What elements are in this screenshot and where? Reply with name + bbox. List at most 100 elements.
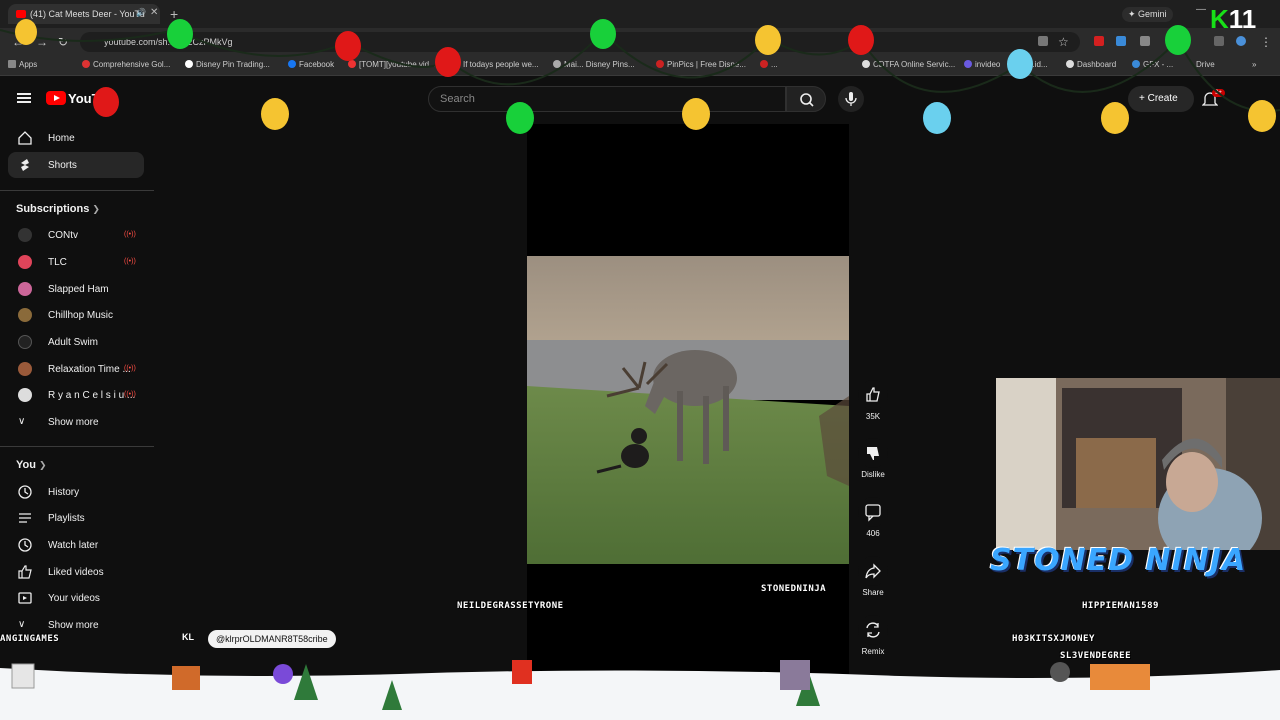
- sidebar-item-your-videos[interactable]: Your videos: [8, 585, 144, 611]
- history-icon: [18, 485, 32, 499]
- game-player-name: NEILDEGRASSETYRONE: [457, 601, 564, 611]
- game-player-name: HIPPIEMAN1589: [1082, 601, 1159, 611]
- comments-action[interactable]: 406: [855, 497, 891, 538]
- chevron-down-icon: ∨: [18, 416, 26, 427]
- extension-blue-icon[interactable]: [1116, 36, 1126, 46]
- channel-avatar: [18, 335, 32, 349]
- like-action[interactable]: 35K: [855, 380, 891, 421]
- bookmark-item[interactable]: Mai... Disney Pins...: [553, 60, 635, 69]
- bookmarks-overflow-icon[interactable]: »: [1252, 60, 1256, 69]
- bookmark-item[interactable]: [TOMT][youtube vid...: [348, 60, 436, 69]
- tab-title: (41) Cat Meets Deer - YouTu: [30, 9, 145, 19]
- bookmark-item[interactable]: Comprehensive Gol...: [82, 60, 170, 69]
- back-icon[interactable]: ←: [12, 35, 24, 49]
- live-icon: ((•)): [124, 258, 136, 265]
- bookmark-star-icon[interactable]: ☆: [1058, 35, 1069, 49]
- chat-message-bubble: @klrprOLDMANR8T58cribe: [208, 630, 336, 648]
- channel-avatar: [18, 308, 32, 322]
- channel-avatar: [18, 228, 32, 242]
- webcam-overlay: [996, 378, 1280, 550]
- bookmark-item[interactable]: PinPics | Free Disne...: [656, 60, 746, 69]
- thumbs-up-icon: [18, 565, 32, 579]
- bookmark-item[interactable]: If todays people we...: [452, 60, 539, 69]
- search-button[interactable]: [786, 86, 826, 112]
- remix-action[interactable]: Remix: [855, 615, 891, 656]
- sidebar-channel[interactable]: Adult Swim: [8, 329, 144, 355]
- dislike-action[interactable]: Dislike: [855, 438, 891, 479]
- chevron-right-icon: ❯: [92, 204, 100, 214]
- url-field[interactable]: youtube.com/sh...UK2CzPMkVg: [80, 32, 1080, 52]
- notification-count-badge: 9+: [1212, 89, 1225, 97]
- speaker-icon[interactable]: 🔊: [136, 8, 146, 17]
- share-icon: [865, 563, 881, 579]
- bookmark-item[interactable]: ...id...: [1028, 60, 1048, 69]
- bookmark-item[interactable]: Apps: [8, 60, 37, 69]
- channel-avatar: [18, 282, 32, 296]
- subscriptions-heading[interactable]: Subscriptions ❯: [16, 203, 100, 215]
- sidebar-channel[interactable]: Relaxation Time ... ((•)): [8, 356, 144, 382]
- microphone-icon: [845, 92, 857, 106]
- voice-search-button[interactable]: [838, 86, 864, 112]
- new-tab-button[interactable]: +: [170, 6, 178, 22]
- video-frame[interactable]: [527, 256, 849, 564]
- bookmark-item[interactable]: CDTFA Online Servic...: [862, 60, 955, 69]
- youtube-logo-icon[interactable]: [46, 91, 66, 105]
- sidebar-item-watch-later[interactable]: Watch later: [8, 532, 144, 558]
- sidebar-item-playlists[interactable]: Playlists: [8, 505, 144, 531]
- share-action[interactable]: Share: [855, 556, 891, 597]
- gemini-button[interactable]: ✦ Gemini: [1122, 7, 1173, 22]
- hamburger-menu-icon[interactable]: [17, 93, 31, 103]
- sidebar-channel[interactable]: Slapped Ham: [8, 276, 144, 302]
- reload-icon[interactable]: ↻: [58, 35, 68, 49]
- sidebar-item-history[interactable]: History: [8, 479, 144, 505]
- extensions-puzzle-icon[interactable]: [1140, 36, 1150, 46]
- sidebar-item-home[interactable]: Home: [8, 125, 144, 151]
- you-heading[interactable]: You ❯: [16, 459, 47, 471]
- bookmark-item[interactable]: invideo: [964, 60, 1000, 69]
- profile-avatar-icon[interactable]: [1236, 36, 1246, 46]
- menu-dots-icon[interactable]: ⋮: [1260, 35, 1272, 49]
- extension-red-icon[interactable]: [1094, 36, 1104, 46]
- sidebar-channel[interactable]: TLC ((•)): [8, 249, 144, 275]
- dislike-icon: [867, 447, 879, 460]
- clock-icon: [18, 538, 32, 552]
- bookmark-item[interactable]: Dashboard: [1066, 60, 1116, 69]
- bookmarks-bar: Apps Comprehensive Gol... Disney Pin Tra…: [0, 56, 1280, 76]
- sidebar-item-liked-videos[interactable]: Liked videos: [8, 559, 144, 585]
- forward-icon[interactable]: →: [36, 35, 48, 49]
- show-more-subscriptions[interactable]: ∨ Show more: [8, 409, 144, 435]
- browser-tab[interactable]: (41) Cat Meets Deer - YouTu 🔊 ✕: [8, 4, 160, 24]
- chevron-down-icon: ∨: [18, 619, 26, 630]
- sidebar-item-shorts[interactable]: Shorts: [8, 152, 144, 178]
- deer-and-cat-video-image: [527, 256, 849, 564]
- channel-avatar: [18, 362, 32, 376]
- close-tab-icon[interactable]: ✕: [150, 7, 158, 18]
- install-app-icon[interactable]: [1038, 36, 1048, 46]
- chat-user-badge: KL: [182, 632, 194, 642]
- playlists-icon: [19, 513, 31, 523]
- sidebar-channel[interactable]: CONtv ((•)): [8, 222, 144, 248]
- bookmark-item[interactable]: GFX - ...: [1132, 60, 1173, 69]
- bookmark-item[interactable]: Drive: [1196, 60, 1215, 69]
- game-player-name: SL3VENDEGREE: [1060, 651, 1132, 661]
- shorts-icon: [21, 159, 29, 171]
- youtube-header: YouT Search + Create 9+: [0, 76, 1280, 122]
- game-player-name: H03KITSXJMONEY: [1012, 634, 1095, 644]
- window-controls[interactable]: —: [1196, 4, 1206, 15]
- url-text: youtube.com/sh...UK2CzPMkVg: [104, 37, 233, 47]
- like-icon: [866, 387, 880, 402]
- search-input[interactable]: Search: [428, 86, 786, 112]
- sidebar-channel[interactable]: R y a n C e l s i u ... ((•)): [8, 382, 144, 408]
- divider: [0, 446, 154, 447]
- live-icon: ((•)): [124, 391, 136, 398]
- downloads-icon[interactable]: [1214, 36, 1224, 46]
- browser-tab-bar: (41) Cat Meets Deer - YouTu 🔊 ✕ + ✦ Gemi…: [0, 0, 1280, 28]
- sidebar-channel[interactable]: Chillhop Music: [8, 302, 144, 328]
- bookmark-item[interactable]: ...: [760, 60, 778, 69]
- youtube-logo-text[interactable]: YouT: [68, 91, 100, 106]
- bookmark-item[interactable]: Disney Pin Trading...: [185, 60, 270, 69]
- divider: [0, 190, 154, 191]
- bookmark-item[interactable]: Facebook: [288, 60, 334, 69]
- home-icon: [18, 131, 32, 145]
- create-button[interactable]: + Create: [1128, 86, 1194, 112]
